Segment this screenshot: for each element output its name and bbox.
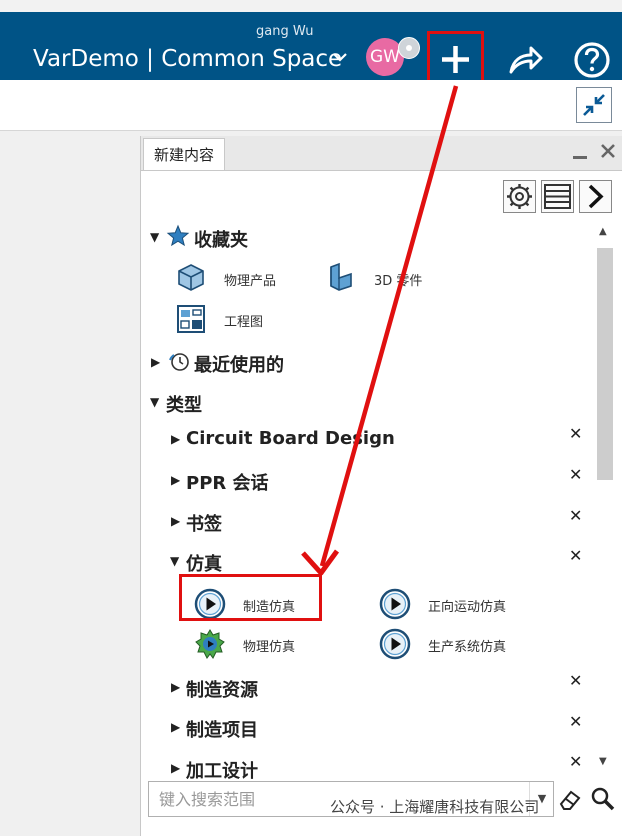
user-name: gang Wu xyxy=(256,24,314,39)
expand-machining-icon[interactable]: ▶ xyxy=(171,761,180,775)
app-header: gang Wu VarDemo | Common Space GW xyxy=(0,12,622,88)
type-circuit-board-design[interactable]: Circuit Board Design xyxy=(186,428,395,449)
play-icon[interactable] xyxy=(379,588,411,620)
sim-item-physical[interactable]: 物理仿真 xyxy=(243,636,295,655)
secondary-toolbar xyxy=(0,80,622,131)
section-types[interactable]: 类型 xyxy=(166,391,202,417)
expand-types-icon[interactable]: ▼ xyxy=(150,395,159,409)
type-simulation[interactable]: 仿真 xyxy=(186,550,222,576)
expand-button[interactable] xyxy=(579,180,612,213)
expand-mfg-items-icon[interactable]: ▶ xyxy=(171,720,180,734)
remove-type-icon[interactable]: ✕ xyxy=(569,671,582,690)
remove-type-icon[interactable]: ✕ xyxy=(569,752,582,771)
fav-item-3d-part[interactable]: 3D 零件 xyxy=(374,270,422,289)
chevron-down-icon[interactable] xyxy=(333,52,347,62)
collapse-button[interactable] xyxy=(576,87,612,123)
sim-item-forward-kinematics[interactable]: 正向运动仿真 xyxy=(428,596,506,615)
plus-icon xyxy=(442,46,469,73)
drawing-icon[interactable] xyxy=(176,304,206,334)
fav-item-drawing[interactable]: 工程图 xyxy=(224,311,263,330)
watermark: 公众号 · 上海耀唐科技有限公司 xyxy=(330,798,540,816)
remove-type-icon[interactable]: ✕ xyxy=(569,546,582,565)
avatar-status-icon xyxy=(398,37,420,59)
highlight-box xyxy=(179,574,322,621)
expand-favorites-icon[interactable]: ▼ xyxy=(150,230,159,244)
settings-button[interactable] xyxy=(503,180,536,213)
remove-type-icon[interactable]: ✕ xyxy=(569,506,582,525)
3d-part-icon[interactable] xyxy=(326,262,356,292)
remove-type-icon[interactable]: ✕ xyxy=(569,712,582,731)
physical-product-icon[interactable] xyxy=(176,262,206,292)
panel-tab-bar: 新建内容 xyxy=(141,136,622,171)
search-icon[interactable] xyxy=(590,786,616,812)
scroll-thumb[interactable] xyxy=(597,248,613,480)
minimize-icon[interactable] xyxy=(573,144,587,160)
type-mfg-resources[interactable]: 制造资源 xyxy=(186,676,258,702)
expand-recent-icon[interactable]: ▶ xyxy=(151,355,160,369)
fav-item-physical-product[interactable]: 物理产品 xyxy=(224,270,276,289)
sim-item-production-system[interactable]: 生产系统仿真 xyxy=(428,636,506,655)
play-icon[interactable] xyxy=(379,628,411,660)
panel-scrollbar[interactable]: ▲ ▼ xyxy=(595,226,615,767)
type-ppr-session[interactable]: PPR 会话 xyxy=(186,469,269,495)
expand-circuit-board-icon[interactable]: ▶ xyxy=(171,432,180,446)
section-favorites[interactable]: 收藏夹 xyxy=(194,226,248,252)
type-bookmark[interactable]: 书签 xyxy=(186,510,222,536)
eraser-icon[interactable] xyxy=(557,786,583,812)
expand-mfg-resources-icon[interactable]: ▶ xyxy=(171,680,180,694)
chevron-right-icon xyxy=(588,184,604,209)
scroll-up-icon[interactable]: ▲ xyxy=(599,226,607,237)
type-machining-design[interactable]: 加工设计 xyxy=(186,757,258,783)
list-icon xyxy=(544,184,571,209)
collapse-icon xyxy=(583,94,605,116)
app-title[interactable]: VarDemo | Common Space xyxy=(33,46,342,72)
close-icon[interactable] xyxy=(599,142,617,160)
section-recent[interactable]: 最近使用的 xyxy=(194,351,284,377)
help-icon[interactable] xyxy=(572,40,612,80)
tab-new-content[interactable]: 新建内容 xyxy=(143,138,226,170)
share-icon[interactable] xyxy=(505,40,545,80)
remove-type-icon[interactable]: ✕ xyxy=(569,424,582,443)
list-view-button[interactable] xyxy=(541,180,574,213)
expand-bookmark-icon[interactable]: ▶ xyxy=(171,514,180,528)
gear-icon xyxy=(507,184,532,209)
scroll-down-icon[interactable]: ▼ xyxy=(599,756,607,767)
expand-simulation-icon[interactable]: ▼ xyxy=(170,554,179,568)
expand-ppr-icon[interactable]: ▶ xyxy=(171,473,180,487)
physical-simulation-gear-icon[interactable] xyxy=(194,628,226,660)
star-icon xyxy=(166,224,190,247)
remove-type-icon[interactable]: ✕ xyxy=(569,465,582,484)
recent-history-icon xyxy=(169,353,189,371)
type-mfg-items[interactable]: 制造项目 xyxy=(186,716,258,742)
window-top-strip xyxy=(0,0,622,12)
